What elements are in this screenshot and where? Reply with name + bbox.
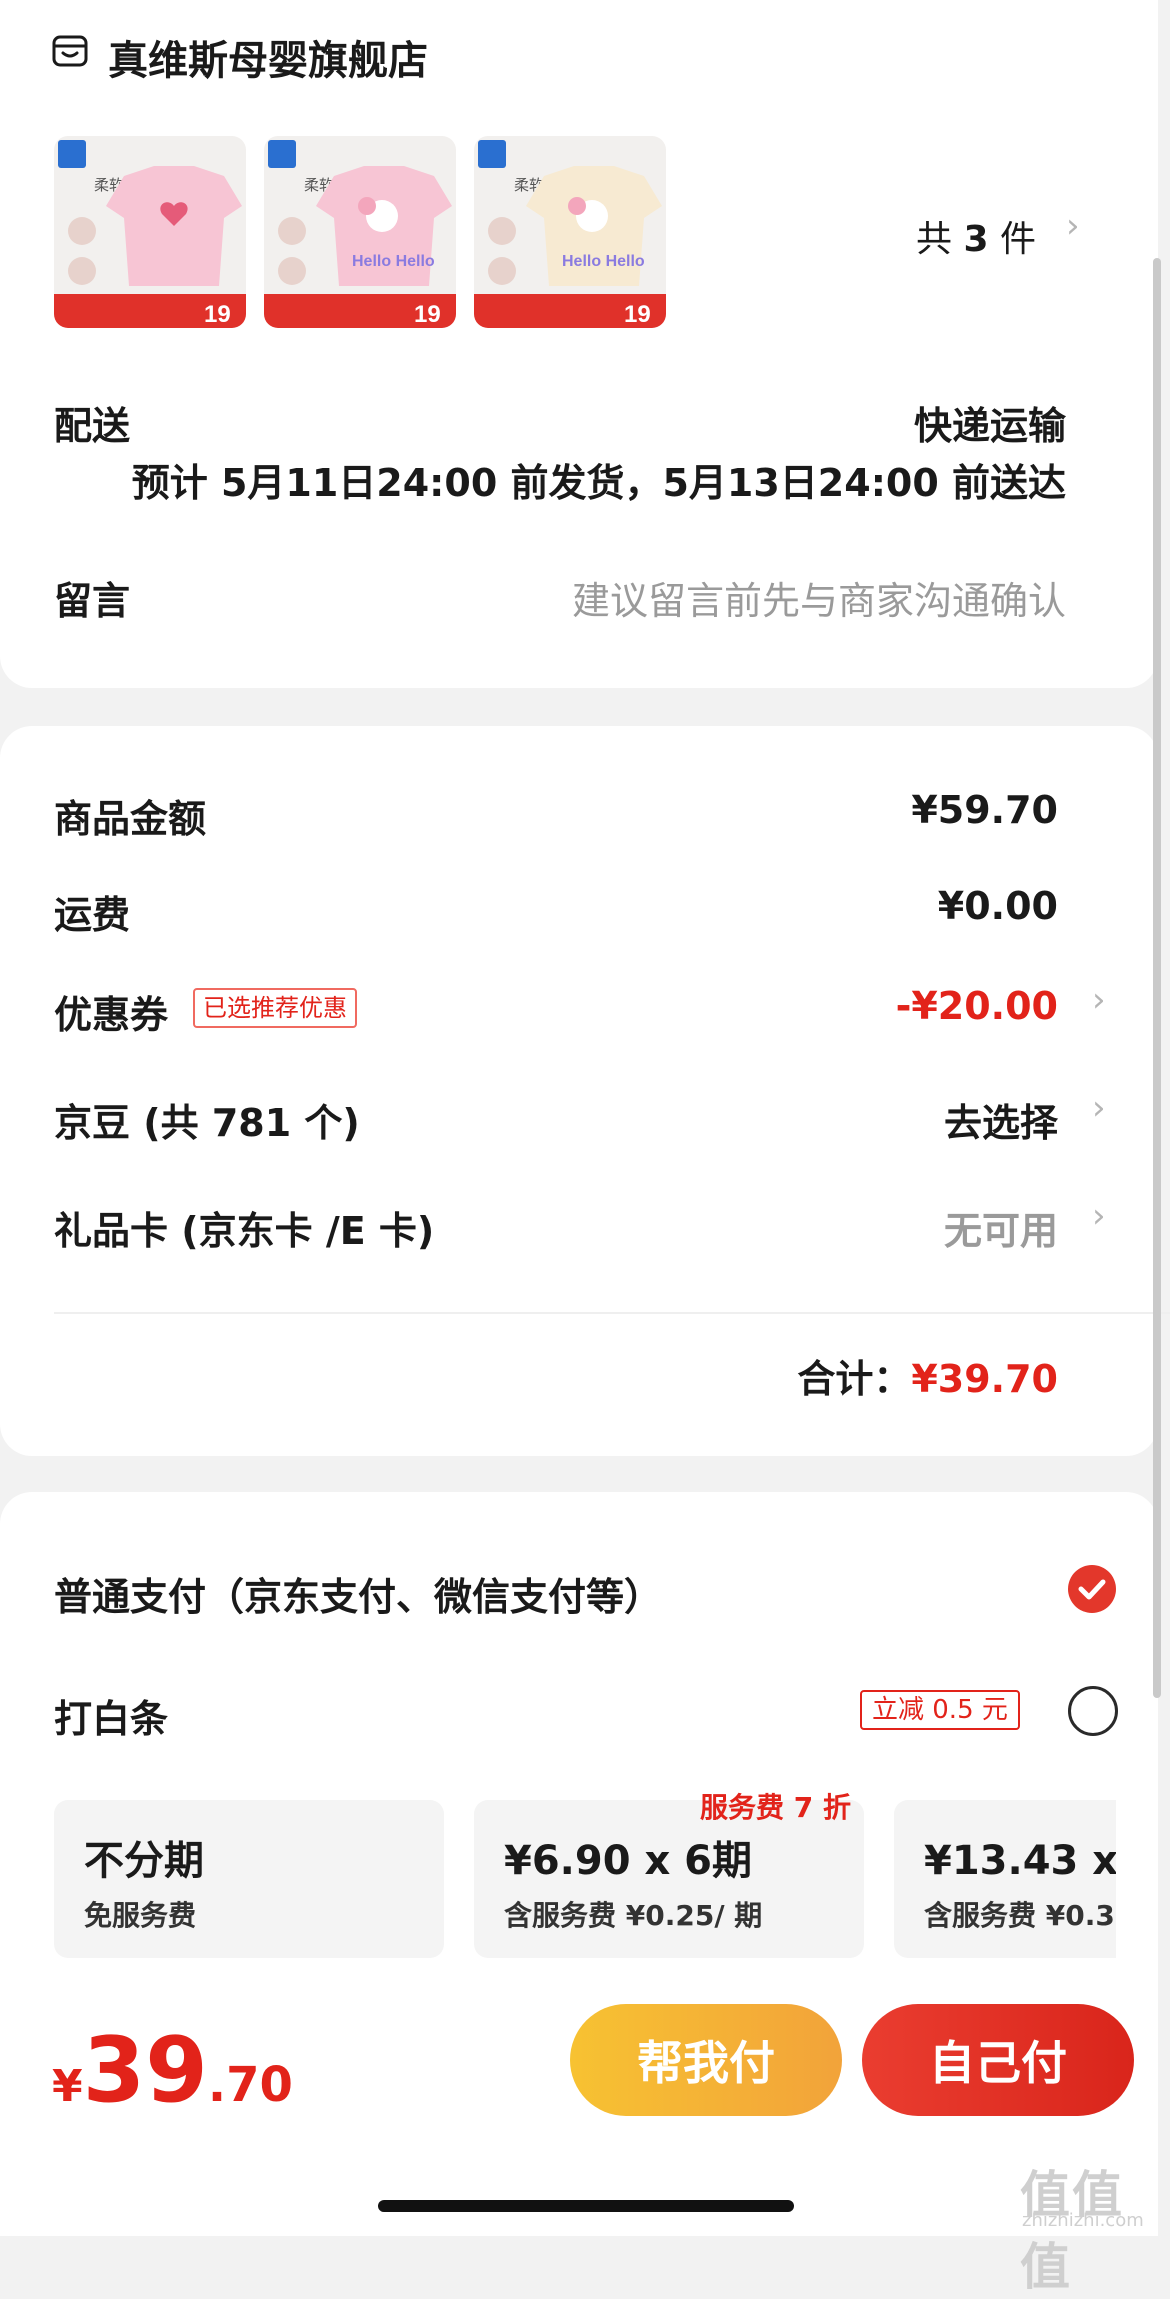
installment-sub: 含服务费 ¥0.35/ 期 — [924, 1899, 1116, 1932]
goods-amount-value: ¥59.70 — [911, 788, 1058, 832]
installment-sub: 免服务费 — [84, 1899, 197, 1932]
summary-divider — [54, 1312, 1170, 1314]
home-indicator[interactable] — [378, 2200, 794, 2212]
pay-currency: ¥ — [52, 2061, 83, 2112]
baitiao-discount-tag: 立减 0.5 元 — [860, 1690, 1020, 1730]
baitiao-label[interactable]: 打白条 — [54, 1688, 168, 1743]
installment-option[interactable]: 不分期 免服务费 — [54, 1800, 444, 1958]
svg-text:Hello Hello: Hello Hello — [562, 253, 645, 270]
store-icon — [52, 34, 88, 70]
shipping-value: ¥0.00 — [937, 884, 1058, 928]
svg-text:Hello Hello: Hello Hello — [352, 253, 435, 270]
product-count-suffix: 件 — [999, 219, 1036, 260]
coupon-tag: 已选推荐优惠 — [193, 988, 357, 1028]
pay-total: ¥39.70 — [52, 2018, 293, 2123]
giftcard-label: 礼品卡 (京东卡 /E 卡) — [54, 1209, 435, 1253]
product-thumbnail[interactable]: 柔软亲肤棉 Hello Hello 19 — [474, 136, 666, 328]
self-pay-button[interactable]: 自己付 — [862, 2004, 1134, 2116]
check-circle-icon[interactable] — [1068, 1565, 1116, 1613]
installment-sub: 含服务费 ¥0.25/ 期 — [504, 1899, 763, 1932]
product-count[interactable]: 共 3 件 — [916, 210, 1036, 262]
installment-badge: 服务费 7 折 — [700, 1791, 851, 1824]
summary-total: 合计：¥39.70 — [797, 1348, 1058, 1403]
product-count-prefix: 共 — [916, 219, 953, 260]
shipping-label: 运费 — [54, 893, 131, 937]
delivery-estimate: 预计 5月11日24:00 前发货，5月13日24:00 前送达 — [131, 461, 1066, 505]
installment-option[interactable]: ¥13.43 x 3期 含服务费 ¥0.35/ 期 — [894, 1800, 1116, 1958]
scrollbar[interactable] — [1153, 258, 1161, 1698]
watermark-url: zhizhizhi.com — [1022, 2210, 1144, 2231]
radio-circle-icon[interactable] — [1068, 1686, 1118, 1736]
chevron-right-icon[interactable]: › — [1092, 1088, 1106, 1128]
goods-amount-label: 商品金额 — [54, 797, 207, 841]
total-label: 合计： — [797, 1357, 912, 1401]
product-thumbnail[interactable]: 柔软亲肤棉 19 — [54, 136, 246, 328]
coupon-value[interactable]: -¥20.00 — [896, 984, 1058, 1028]
chevron-right-icon[interactable]: › — [1092, 1196, 1106, 1236]
thumb-price: 19 — [414, 301, 441, 328]
normal-pay-label[interactable]: 普通支付（京东支付、微信支付等） — [54, 1566, 662, 1621]
chevron-right-icon[interactable]: › — [1066, 206, 1080, 246]
installment-title: 不分期 — [84, 1838, 204, 1884]
jingdou-label: 京豆 (共 781 个) — [54, 1101, 360, 1145]
product-count-number: 3 — [963, 219, 989, 260]
thumb-price: 19 — [204, 301, 231, 328]
delivery-label: 配送 — [54, 404, 131, 448]
help-pay-button[interactable]: 帮我付 — [570, 2004, 842, 2116]
total-value: ¥39.70 — [911, 1357, 1058, 1401]
chevron-right-icon[interactable]: › — [1092, 980, 1106, 1020]
message-label: 留言 — [54, 579, 131, 623]
message-input[interactable]: 建议留言前先与商家沟通确认 — [572, 570, 1066, 625]
product-thumbnail[interactable]: 柔软亲肤棉 Hello Hello 19 — [264, 136, 456, 328]
store-name[interactable]: 真维斯母婴旗舰店 — [108, 28, 428, 86]
pay-amount-int: 39 — [82, 2018, 208, 2123]
coupon-label: 优惠券 — [54, 993, 169, 1037]
installment-title: ¥13.43 x 3期 — [924, 1838, 1116, 1884]
jingdou-value[interactable]: 去选择 — [944, 1092, 1058, 1147]
thumb-price: 19 — [624, 301, 651, 328]
installment-title: ¥6.90 x 6期 — [504, 1838, 753, 1884]
pay-amount-dec: .70 — [207, 2057, 293, 2113]
delivery-method[interactable]: 快递运输 — [914, 395, 1066, 450]
giftcard-value[interactable]: 无可用 — [944, 1200, 1058, 1255]
